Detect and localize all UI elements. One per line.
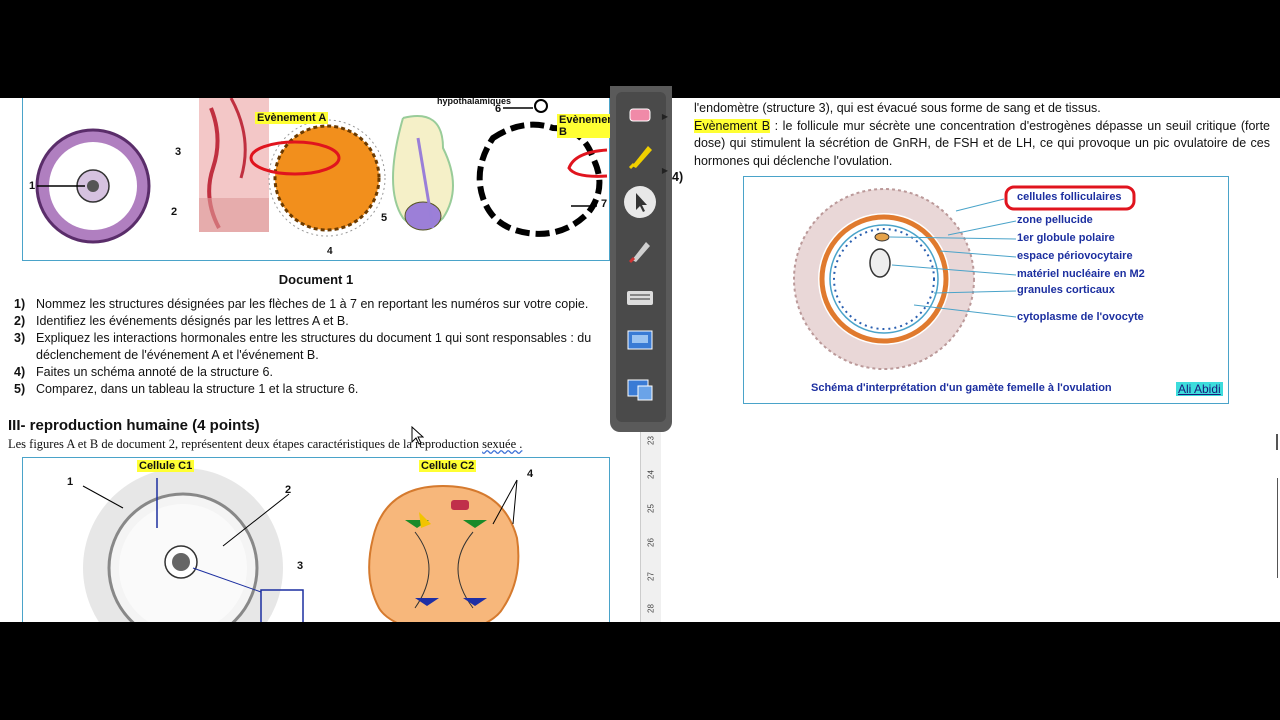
document2-figure: Cellule C1 Cellule C2 1 2 3 4: [22, 457, 610, 622]
question-item: 1) Nommez les structures désignées par le…: [14, 297, 589, 311]
document1-title: Document 1: [278, 272, 354, 287]
ruler-tick: 23: [646, 436, 656, 445]
ruler-tick: 28: [646, 604, 656, 613]
document2-illustration: [82, 468, 520, 622]
vertical-ruler[interactable]: 23 24 25 26 27 28: [640, 432, 661, 622]
event-a-label: Evènement A: [255, 112, 329, 124]
label-c2-4: 4: [527, 468, 534, 480]
label-4: 4: [327, 246, 333, 257]
presentation-icon: [627, 379, 653, 401]
text-cursor: [1276, 434, 1278, 450]
label-7: 7: [601, 198, 608, 210]
question-item: 2) Identifiez les événements désignés par…: [14, 314, 349, 328]
cell-c1-label: Cellule C1: [137, 460, 195, 472]
gamete-figure: cellules folliculaires zone pellucide 1e…: [743, 176, 1229, 404]
hypothalamic-label: hypothalamiques: [437, 98, 512, 106]
highlighter-menu-arrow-icon[interactable]: ▶: [662, 166, 668, 175]
answer-line: l'endomètre (structure 3), qui est évacu…: [694, 101, 1101, 115]
select-tool-button[interactable]: [620, 184, 660, 220]
keyboard-icon: [627, 291, 653, 305]
keyboard-button[interactable]: [620, 280, 660, 316]
label-1: 1: [29, 180, 36, 192]
cell-c2-label: Cellule C2: [419, 460, 477, 472]
figure-label-zona-pellucida: zone pellucide: [1017, 214, 1093, 226]
document1-figure: 1 2 3 4 5 6 7 Evènement A Evènement B hy…: [22, 98, 612, 261]
question-item: 4) Faites un schéma annoté de la structur…: [14, 365, 273, 379]
figure-caption: Schéma d'interprétation d'un gamète feme…: [811, 382, 1112, 394]
eraser-icon: [629, 108, 651, 122]
presentation-button[interactable]: [620, 372, 660, 408]
page-edge-marker: [1277, 478, 1278, 578]
event-b-label: Evènement B: [557, 114, 612, 138]
right-document-page: l'endomètre (structure 3), qui est évacu…: [664, 98, 1280, 622]
pen-tool-button[interactable]: [620, 232, 660, 268]
figure-label-polar-body: 1er globule polaire: [1017, 232, 1115, 244]
answer-text: l'endomètre (structure 3), qui est évacu…: [694, 100, 1270, 170]
figure-label-perivitelline-space: espace périovocytaire: [1017, 250, 1133, 262]
section3-title: III- reproduction humaine (4 points): [8, 417, 260, 434]
figure-label-nuclear-material: matériel nucléaire en M2: [1017, 268, 1145, 280]
label-5: 5: [381, 212, 388, 224]
label-c1-2: 2: [285, 484, 292, 496]
highlighter-tool-button[interactable]: [620, 138, 660, 174]
annotation-toolbar: ▶ ▶: [610, 86, 672, 432]
ruler-tick: 25: [646, 504, 656, 513]
ruler-tick: 26: [646, 538, 656, 547]
question-item: 5) Comparez, dans un tableau la structure…: [14, 382, 359, 396]
label-2: 2: [171, 206, 178, 218]
gamete-illustration: [793, 185, 1136, 370]
highlighter-icon: [628, 146, 652, 170]
mouse-cursor-icon: [411, 426, 424, 445]
label-c1-1: 1: [67, 476, 74, 488]
figure-label-follicular-cells: cellules folliculaires: [1017, 191, 1122, 203]
label-c1-3: 3: [297, 560, 304, 572]
ruler-tick: 24: [646, 470, 656, 479]
label-3: 3: [175, 146, 182, 158]
ruler-tick: 27: [646, 572, 656, 581]
question-4-label: 4): [672, 170, 684, 184]
figure-label-cortical-granules: granules corticaux: [1017, 284, 1115, 296]
question-item: 3) Expliquez les interactions hormonales …: [14, 331, 592, 362]
eraser-tool-button[interactable]: [620, 96, 660, 132]
question-list: 1) Nommez les structures désignées par le…: [14, 296, 606, 398]
author-watermark: Ali Abidi: [1176, 382, 1223, 396]
section3-intro: Les figures A et B de document 2, représ…: [8, 437, 523, 451]
left-document-page: 1 2 3 4 5 6 7 Evènement A Evènement B hy…: [0, 98, 612, 622]
eraser-menu-arrow-icon[interactable]: ▶: [662, 112, 668, 121]
answer-event-b: Evènement B : le follicule mur sécrète u…: [694, 118, 1270, 168]
screen-capture-icon: [627, 330, 653, 350]
figure-label-cytoplasm: cytoplasme de l'ovocyte: [1017, 311, 1144, 323]
pen-icon: [628, 242, 650, 264]
screen-capture-button[interactable]: [620, 324, 660, 360]
pointer-icon: [624, 186, 656, 218]
